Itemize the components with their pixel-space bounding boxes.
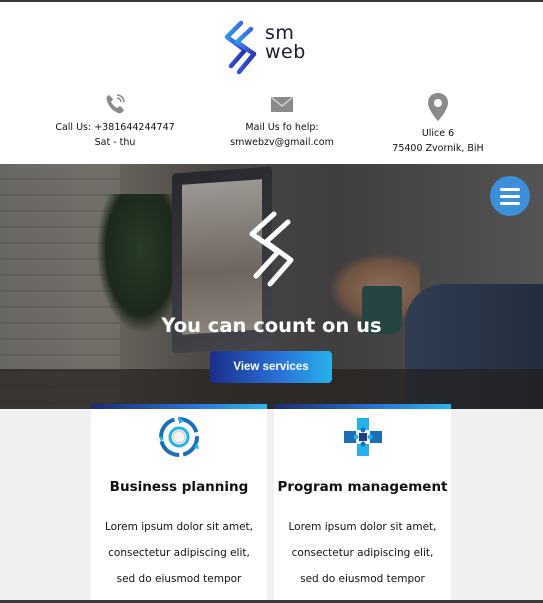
view-services-button[interactable]: View services (210, 351, 332, 383)
menu-button[interactable] (490, 176, 530, 216)
top-border (0, 0, 543, 2)
contact-mail-line2[interactable]: smwebzv@gmail.com (206, 135, 358, 150)
site-logo[interactable]: sm web (221, 20, 313, 78)
mail-icon (270, 96, 294, 112)
contact-address-line2: 75400 Zvornik, BiH (392, 143, 484, 154)
hero-banner: You can count on us View services (0, 164, 543, 409)
contact-phone-line2: Sat - thu (94, 137, 136, 148)
services-section (0, 409, 543, 603)
map-pin-icon (428, 93, 448, 121)
service-card-program-management[interactable]: Program management Lorem ipsum dolor sit… (274, 404, 451, 603)
contact-mail: Mail Us fo help: smwebzv@gmail.com (206, 92, 358, 150)
hero-logo-mark-icon (249, 211, 294, 287)
contact-mail-line1: Mail Us fo help: (245, 122, 319, 133)
phone-icon (106, 94, 125, 114)
cycle-target-icon (159, 417, 199, 457)
contact-address-line1: Ulice 6 (421, 128, 455, 139)
logo-mark-icon (224, 20, 257, 75)
service-card-business-planning[interactable]: Business planning Lorem ipsum dolor sit … (91, 404, 267, 603)
service-text: Lorem ipsum dolor sit amet, consectetur … (105, 521, 253, 603)
logo-text-line2: web (265, 41, 306, 63)
service-title: Business planning (109, 479, 249, 495)
service-title: Program management (277, 479, 448, 495)
puzzle-cross-icon (343, 418, 382, 456)
contact-address: Ulice 6 75400 Zvornik, BiH (372, 92, 504, 156)
contact-phone: Call Us: +381644244747 Sat - thu (38, 92, 192, 150)
contact-phone-line1[interactable]: Call Us: +381644244747 (38, 120, 192, 135)
logo-text: sm web (265, 24, 306, 62)
card-accent-bar (91, 404, 267, 409)
service-text: Lorem ipsum dolor sit amet, consectetur … (288, 521, 437, 603)
card-accent-bar (274, 404, 451, 409)
hero-title: You can count on us (161, 314, 382, 337)
